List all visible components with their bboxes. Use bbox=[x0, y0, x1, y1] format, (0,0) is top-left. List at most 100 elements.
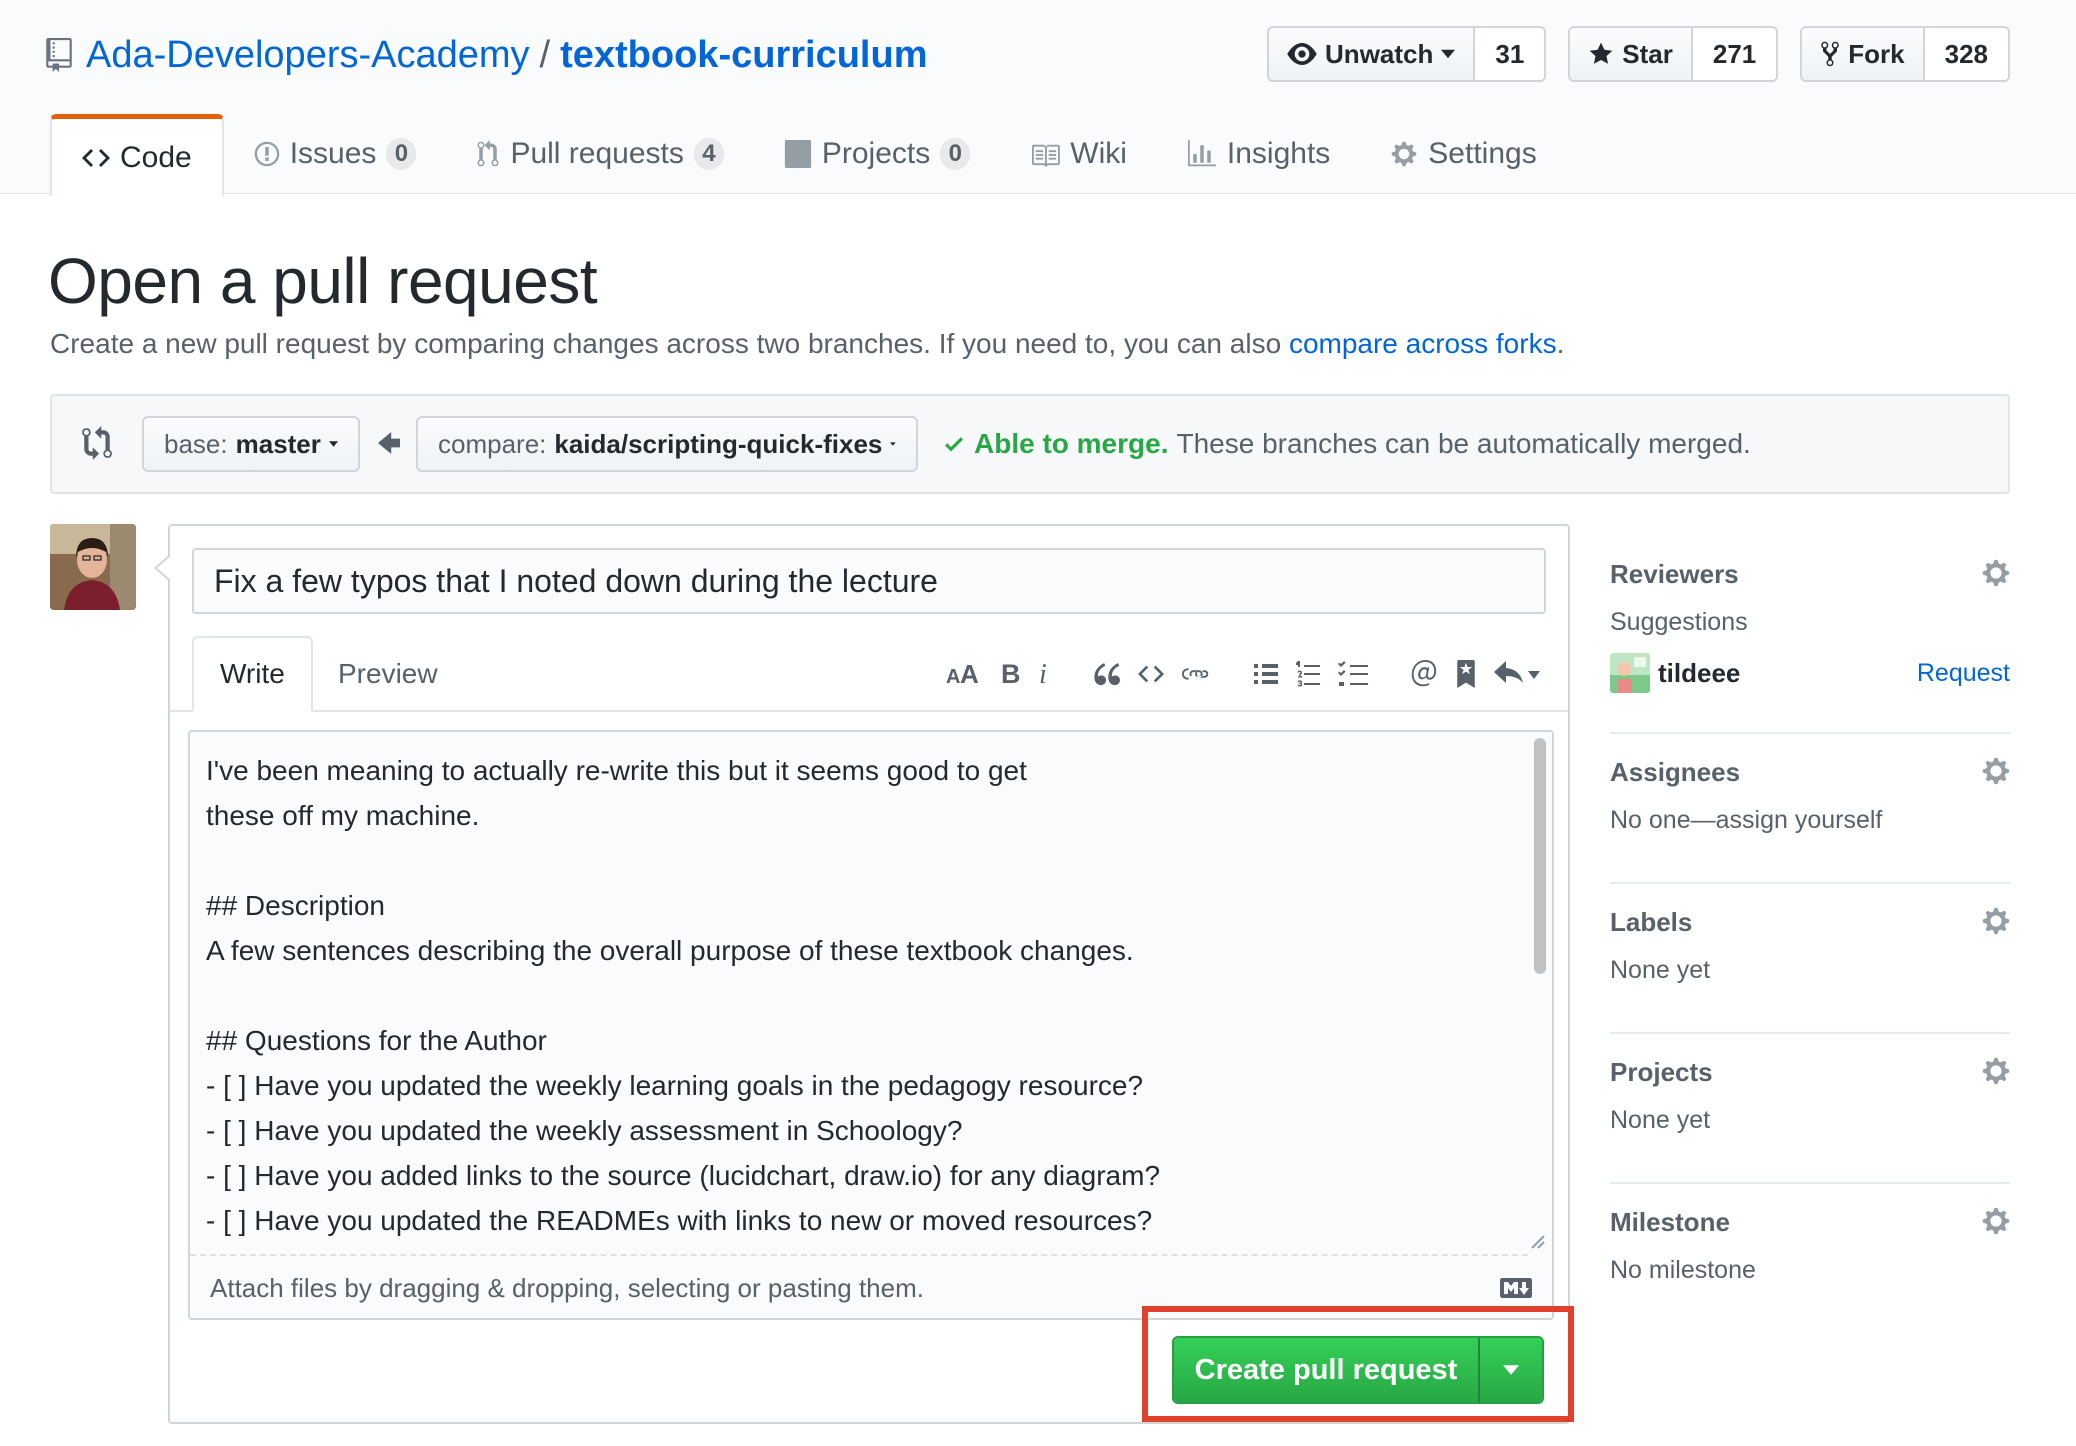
reviewers-heading[interactable]: Reviewers bbox=[1610, 554, 2010, 594]
projects-heading[interactable]: Projects bbox=[1610, 1052, 2010, 1092]
discussion-sidebar: Reviewers Suggestions tildeee Request As… bbox=[1610, 536, 2010, 1334]
fork-label: Fork bbox=[1848, 38, 1905, 69]
gear-icon[interactable] bbox=[1982, 1056, 2010, 1086]
milestone-value: No milestone bbox=[1610, 1256, 1756, 1284]
unordered-list-icon[interactable] bbox=[1254, 662, 1278, 686]
fork-button[interactable]: Fork bbox=[1800, 26, 1925, 82]
gear-icon[interactable] bbox=[1982, 1206, 2010, 1236]
compare-arrows-icon bbox=[82, 426, 112, 460]
milestone-heading[interactable]: Milestone bbox=[1610, 1202, 2010, 1242]
create-pull-request-button[interactable]: Create pull request bbox=[1174, 1338, 1478, 1402]
tab-insights-label: Insights bbox=[1226, 137, 1331, 170]
repo-icon bbox=[46, 38, 72, 72]
header-text-icon[interactable]: AA bbox=[946, 661, 982, 687]
watch-group: Unwatch 31 bbox=[1267, 26, 1547, 82]
textarea-scrollbar[interactable] bbox=[1532, 738, 1548, 1248]
repo-owner-link[interactable]: Ada-Developers-Academy bbox=[86, 34, 530, 77]
base-branch-name: master bbox=[235, 428, 321, 459]
assignees-value[interactable]: No one—assign yourself bbox=[1610, 806, 2010, 835]
sidebar-assignees: Assignees No one—assign yourself bbox=[1610, 734, 2010, 884]
markdown-icon[interactable] bbox=[1500, 1278, 1532, 1298]
quote-icon[interactable] bbox=[1094, 662, 1120, 686]
compare-branch-name: kaida/scripting-quick-fixes bbox=[554, 428, 883, 459]
projects-counter: 0 bbox=[940, 138, 971, 170]
scrollbar-thumb[interactable] bbox=[1534, 738, 1546, 974]
caret-down-icon bbox=[1441, 49, 1456, 59]
avatar-image bbox=[50, 524, 136, 610]
bold-icon[interactable]: B bbox=[1000, 661, 1020, 687]
base-prefix: base: bbox=[164, 428, 228, 459]
bookmark-icon[interactable] bbox=[1456, 660, 1476, 688]
svg-text:A: A bbox=[960, 661, 979, 687]
base-branch-select[interactable]: base: master bbox=[142, 416, 360, 472]
pull-request-body-textarea[interactable]: I've been meaning to actually re-write t… bbox=[190, 732, 1528, 1256]
ordered-list-icon[interactable] bbox=[1296, 661, 1320, 687]
task-list-icon[interactable] bbox=[1338, 661, 1368, 687]
tab-preview[interactable]: Preview bbox=[312, 636, 464, 712]
code-icon bbox=[82, 148, 110, 167]
stars-count[interactable]: 271 bbox=[1692, 26, 1779, 82]
sidebar-labels: Labels None yet bbox=[1610, 884, 2010, 1034]
tab-projects-label: Projects bbox=[821, 137, 931, 170]
labels-heading[interactable]: Labels bbox=[1610, 902, 2010, 942]
tab-code[interactable]: Code bbox=[50, 114, 224, 196]
toolbar-insert-group bbox=[1094, 662, 1212, 686]
book-icon bbox=[1032, 144, 1061, 167]
link-icon[interactable] bbox=[1182, 664, 1212, 684]
projects-value: None yet bbox=[1610, 1106, 1711, 1134]
compare-prefix: compare: bbox=[438, 428, 547, 459]
tab-insights[interactable]: Insights bbox=[1157, 114, 1360, 194]
request-review-link[interactable]: Request bbox=[1917, 659, 2010, 688]
suggestions-label: Suggestions bbox=[1610, 608, 1748, 636]
tab-issues[interactable]: Issues 0 bbox=[224, 114, 447, 194]
repo-title: Ada-Developers-Academy / textbook-curric… bbox=[46, 30, 927, 80]
compare-forks-link[interactable]: compare across forks bbox=[1289, 328, 1557, 359]
labels-value: None yet bbox=[1610, 956, 1711, 984]
star-button[interactable]: Star bbox=[1568, 26, 1693, 82]
subtitle-end: . bbox=[1556, 328, 1565, 359]
tab-pull-requests[interactable]: Pull requests 4 bbox=[446, 114, 753, 194]
star-label: Star bbox=[1622, 38, 1673, 69]
pull-request-title-input[interactable] bbox=[192, 548, 1546, 614]
mention-icon[interactable] bbox=[1410, 660, 1438, 688]
suggested-reviewer-row: tildeee Request bbox=[1610, 653, 2010, 693]
caret-down-icon bbox=[890, 442, 896, 446]
merge-ok-label: Able to merge. bbox=[974, 428, 1169, 459]
repo-name-link[interactable]: textbook-curriculum bbox=[560, 34, 927, 77]
toolbar-text-group: AA B i bbox=[946, 661, 1052, 687]
pull-requests-counter: 4 bbox=[693, 138, 724, 170]
forks-count[interactable]: 328 bbox=[1924, 26, 2010, 82]
toolbar-extra-group bbox=[1410, 660, 1540, 688]
tab-issues-label: Issues bbox=[289, 137, 377, 170]
sidebar-reviewers: Reviewers Suggestions tildeee Request bbox=[1610, 536, 2010, 734]
create-options-dropdown[interactable] bbox=[1478, 1338, 1542, 1402]
repo-nav: Code Issues 0 Pull requests 4 Projects 0… bbox=[50, 114, 1567, 196]
star-icon bbox=[1589, 42, 1613, 64]
tab-wiki[interactable]: Wiki bbox=[1000, 114, 1157, 194]
gear-icon[interactable] bbox=[1982, 558, 2010, 588]
watchers-count[interactable]: 31 bbox=[1475, 26, 1547, 82]
tab-write[interactable]: Write bbox=[192, 636, 313, 712]
page-subtitle: Create a new pull request by comparing c… bbox=[50, 328, 1564, 360]
editor-tabnav: Write Preview AA B i bbox=[170, 636, 1568, 712]
svg-text:B: B bbox=[1001, 661, 1020, 687]
italic-icon[interactable]: i bbox=[1038, 661, 1052, 687]
unwatch-button[interactable]: Unwatch bbox=[1267, 26, 1476, 82]
markdown-toolbar: AA B i bbox=[904, 646, 1540, 702]
svg-text:A: A bbox=[946, 666, 960, 687]
gear-icon[interactable] bbox=[1982, 906, 2010, 936]
check-icon bbox=[945, 437, 963, 452]
resize-grip-icon[interactable] bbox=[1524, 1228, 1546, 1250]
tab-settings[interactable]: Settings bbox=[1360, 114, 1566, 194]
caret-down-icon bbox=[1503, 1365, 1519, 1375]
attach-hint: Attach files by dragging & dropping, sel… bbox=[210, 1272, 924, 1303]
assignees-heading[interactable]: Assignees bbox=[1610, 752, 2010, 792]
tab-projects[interactable]: Projects 0 bbox=[754, 114, 1000, 194]
file-attachment-bar[interactable]: Attach files by dragging & dropping, sel… bbox=[190, 1258, 1552, 1318]
path-separator: / bbox=[539, 33, 551, 76]
author-avatar[interactable] bbox=[50, 524, 136, 610]
compare-branch-select[interactable]: compare: kaida/scripting-quick-fixes bbox=[416, 416, 918, 472]
code-icon[interactable] bbox=[1138, 664, 1164, 684]
gear-icon[interactable] bbox=[1982, 756, 2010, 786]
reply-icon[interactable] bbox=[1494, 661, 1540, 687]
